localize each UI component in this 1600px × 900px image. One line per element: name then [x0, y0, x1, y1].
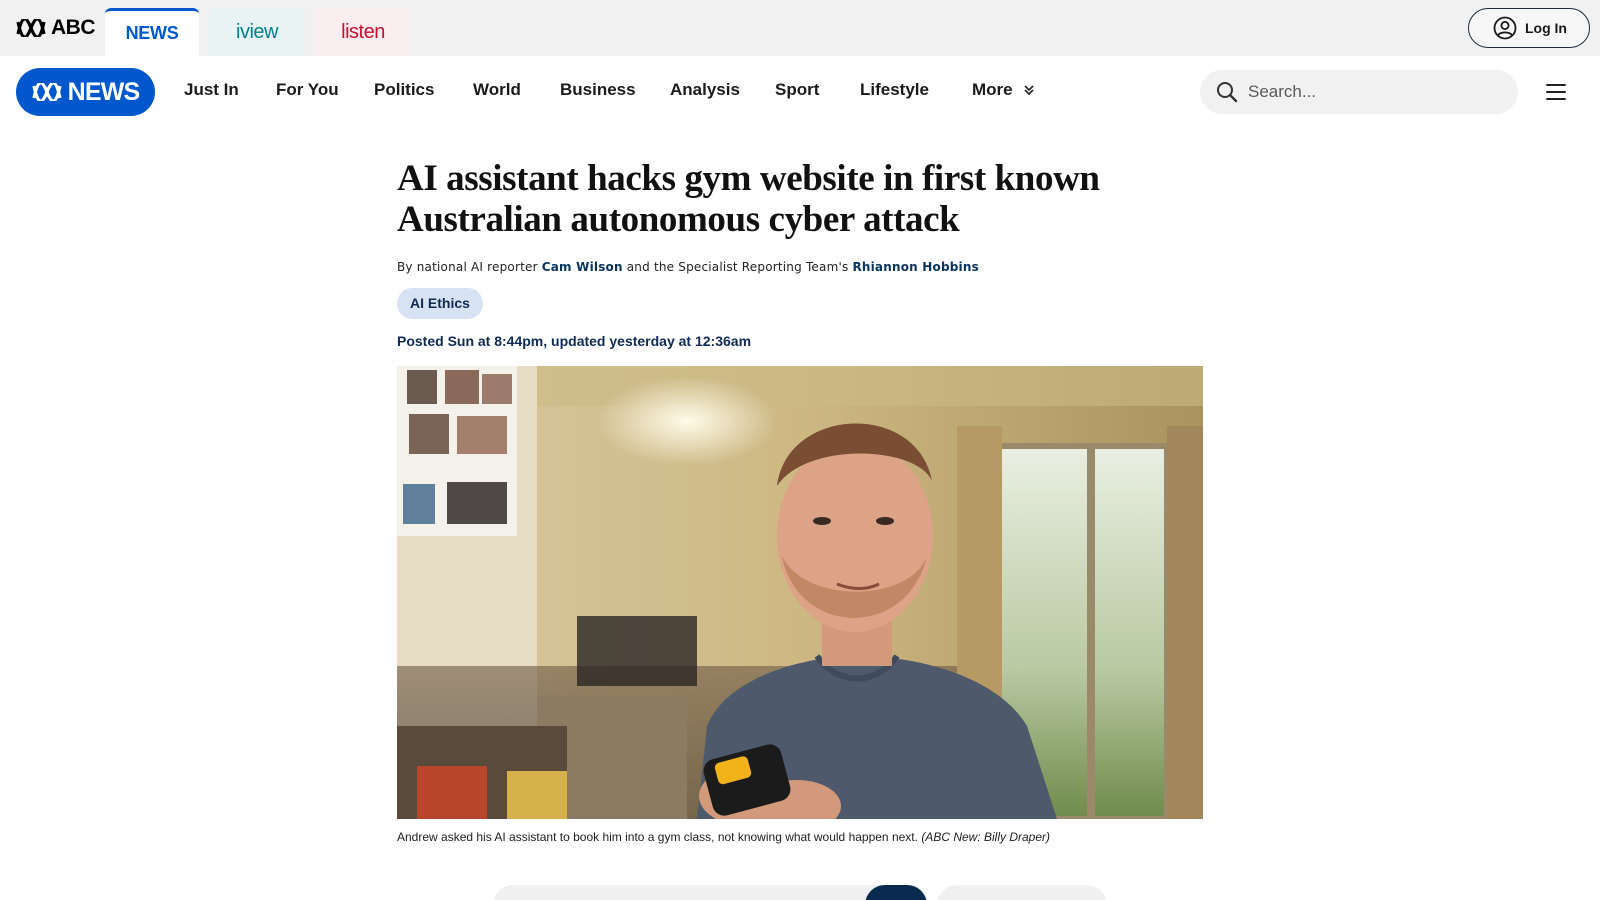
share-button[interactable] — [937, 885, 1107, 900]
nav-more-label: More — [972, 80, 1013, 99]
login-button[interactable]: Log In — [1468, 8, 1590, 48]
nav-politics[interactable]: Politics — [374, 80, 434, 100]
tab-listen[interactable]: listen — [315, 8, 411, 56]
audio-player[interactable] — [493, 885, 929, 900]
byline-prefix: By national AI reporter — [397, 260, 538, 274]
nav-just-in[interactable]: Just In — [184, 80, 239, 100]
menu-line — [1546, 91, 1566, 93]
play-button[interactable] — [865, 885, 927, 900]
menu-line — [1546, 84, 1566, 86]
search-icon — [1217, 82, 1238, 103]
nav-lifestyle[interactable]: Lifestyle — [860, 80, 929, 100]
nav-more[interactable]: More — [972, 80, 1035, 100]
user-circle-icon — [1493, 16, 1517, 40]
hero-image — [397, 366, 1203, 819]
nav-for-you[interactable]: For You — [276, 80, 339, 100]
nav-sport[interactable]: Sport — [775, 80, 819, 100]
main-nav: NEWS Just In For You Politics World Busi… — [0, 56, 1600, 128]
image-caption: Andrew asked his AI assistant to book hi… — [397, 830, 1203, 844]
search-input[interactable] — [1248, 82, 1498, 102]
byline: By national AI reporter Cam Wilson and t… — [397, 260, 1203, 274]
caption-credit: (ABC New: Billy Draper) — [921, 830, 1051, 844]
tab-news[interactable]: NEWS — [105, 8, 199, 56]
nav-analysis[interactable]: Analysis — [670, 80, 740, 100]
double-chevron-down-icon — [1024, 85, 1034, 96]
abc-lissajous-icon — [16, 19, 46, 37]
article-timestamp: Posted Sun at 8:44pm, updated yesterday … — [397, 333, 752, 349]
abc-lissajous-icon — [32, 83, 62, 101]
byline-middle: and the Specialist Reporting Team's — [626, 260, 849, 274]
search-box[interactable] — [1200, 70, 1518, 114]
author-link-rhiannon-hobbins[interactable]: Rhiannon Hobbins — [852, 260, 979, 274]
network-bar: ABC NEWS iview listen Log In — [0, 0, 1600, 56]
nav-world[interactable]: World — [473, 80, 521, 100]
author-link-cam-wilson[interactable]: Cam Wilson — [542, 260, 623, 274]
abc-logo[interactable]: ABC — [16, 16, 96, 40]
article: AI assistant hacks gym website in first … — [397, 128, 1203, 844]
nav-business[interactable]: Business — [560, 80, 636, 100]
abc-news-home-button[interactable]: NEWS — [16, 68, 155, 116]
caption-text: Andrew asked his AI assistant to book hi… — [397, 830, 918, 844]
article-headline: AI assistant hacks gym website in first … — [397, 158, 1100, 240]
menu-icon[interactable] — [1546, 81, 1568, 103]
login-label: Log In — [1525, 20, 1567, 36]
topic-tag[interactable]: AI Ethics — [397, 288, 483, 319]
tab-iview[interactable]: iview — [209, 8, 305, 56]
news-brand-label: NEWS — [67, 77, 141, 106]
abc-logo-text: ABC — [51, 16, 96, 39]
menu-line — [1546, 98, 1566, 100]
